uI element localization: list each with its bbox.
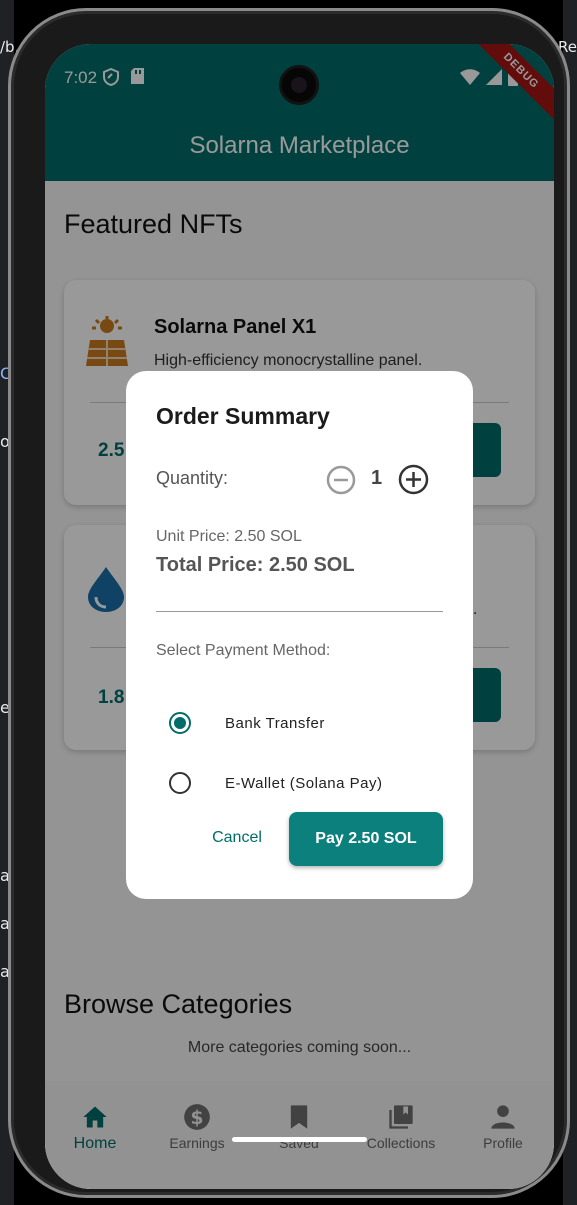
decrease-quantity-icon[interactable] [326,465,356,495]
radio-button[interactable] [169,772,191,794]
increase-quantity-icon[interactable] [398,464,429,495]
payment-method-label: Select Payment Method: [156,642,331,659]
payment-option-label: Bank Transfer [225,714,325,732]
pay-button[interactable]: Pay 2.50 SOL [289,812,443,866]
total-price: Total Price: 2.50 SOL [156,554,355,576]
phone-screen: 7:02 DEBUG Solarna Marketplace Featured … [45,44,554,1189]
dialog-divider [156,611,443,612]
quantity-value: 1 [371,467,383,489]
payment-option-label: E-Wallet (Solana Pay) [225,774,383,792]
home-indicator[interactable] [232,1137,367,1142]
quantity-label: Quantity: [156,468,229,488]
phone-frame: 7:02 DEBUG Solarna Marketplace Featured … [8,8,570,1198]
dialog-title: Order Summary [156,403,330,429]
payment-option-bank-transfer[interactable]: Bank Transfer [169,712,325,734]
unit-price: Unit Price: 2.50 SOL [156,528,302,545]
cancel-button[interactable]: Cancel [198,816,276,860]
order-summary-dialog: Order Summary Quantity: 1 Unit Price: 2.… [126,371,473,899]
payment-option-e-wallet[interactable]: E-Wallet (Solana Pay) [169,772,383,794]
radio-button-selected[interactable] [169,712,191,734]
